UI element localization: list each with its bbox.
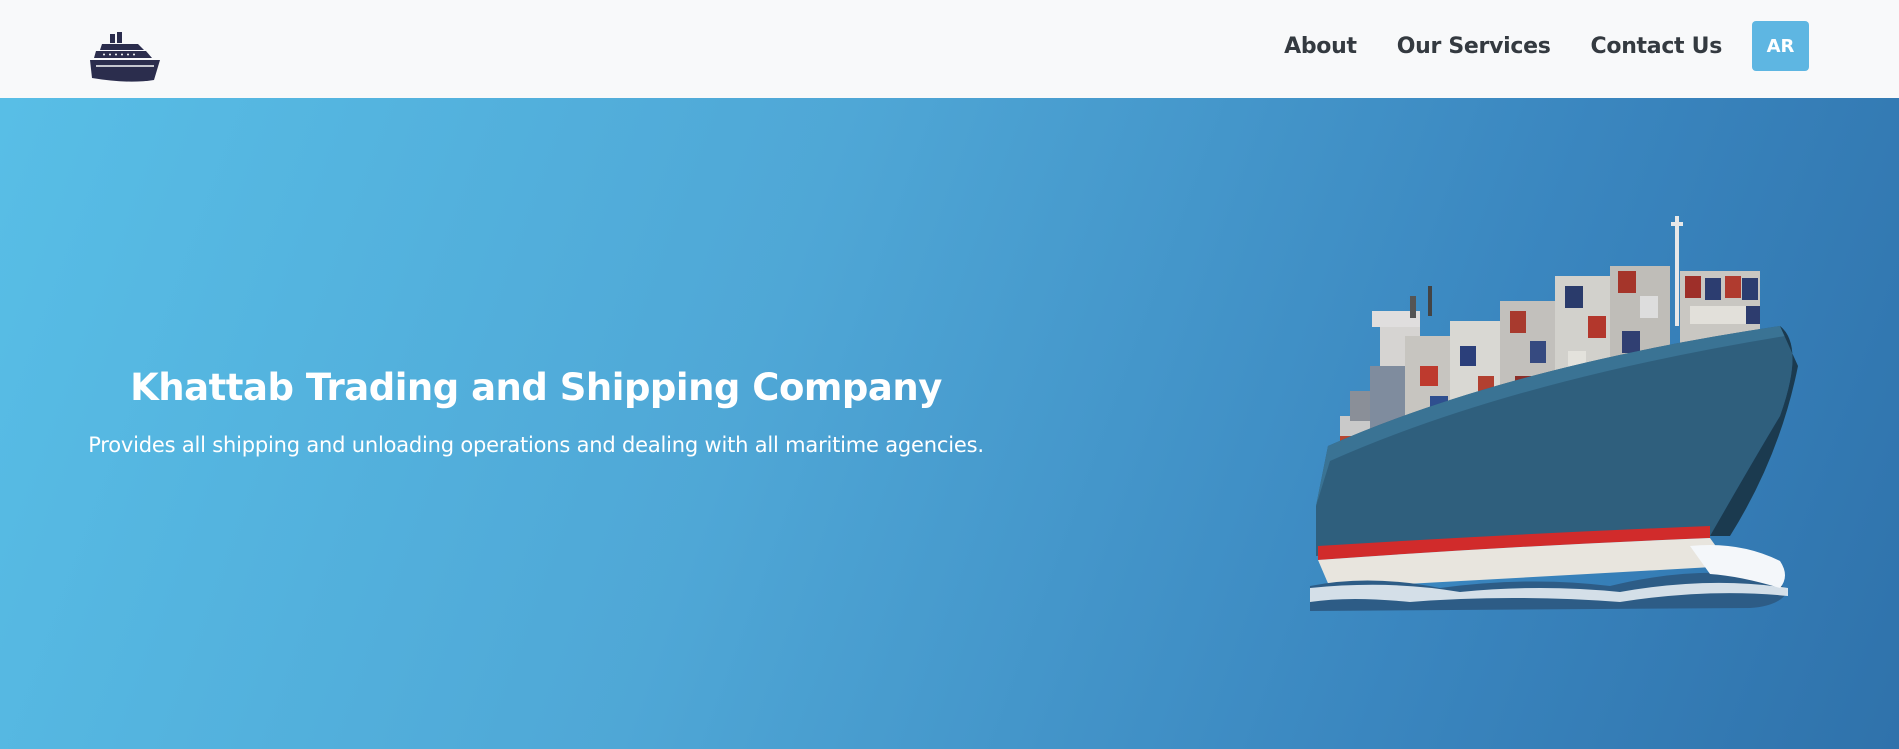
cruise-ship-icon[interactable] xyxy=(88,30,162,84)
nav-link-our-services[interactable]: Our Services xyxy=(1397,34,1551,59)
hero-section: Khattab Trading and Shipping Company Pro… xyxy=(0,98,1899,749)
navbar: About Our Services Contact Us AR xyxy=(0,0,1899,98)
hero-text: Khattab Trading and Shipping Company Pro… xyxy=(30,366,1042,460)
nav-links: About Our Services Contact Us AR xyxy=(1284,20,1809,72)
container-ship-image xyxy=(1310,216,1798,611)
nav-link-about[interactable]: About xyxy=(1284,34,1357,59)
hero-subtitle: Provides all shipping and unloading oper… xyxy=(88,433,984,457)
hero-title: Khattab Trading and Shipping Company xyxy=(130,366,942,409)
language-toggle-button[interactable]: AR xyxy=(1752,21,1809,71)
nav-link-contact-us[interactable]: Contact Us xyxy=(1591,34,1723,59)
